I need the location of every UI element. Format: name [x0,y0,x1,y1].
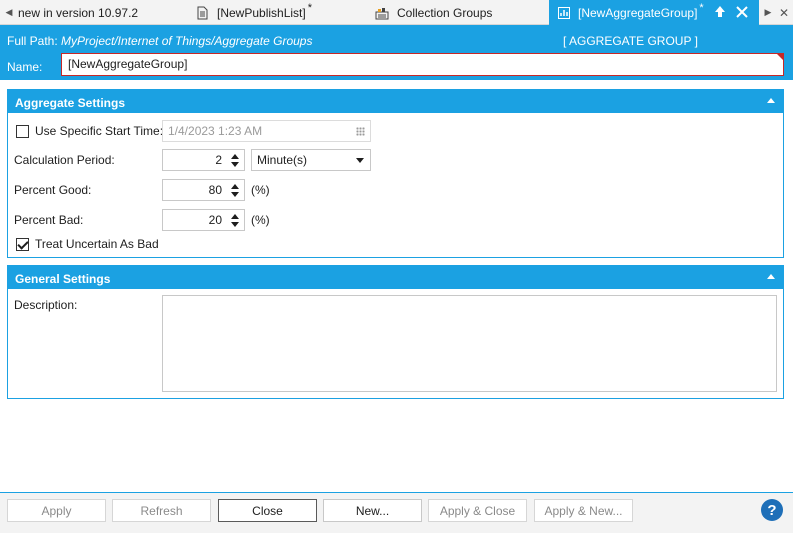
close-button[interactable]: Close [218,499,317,522]
aggregate-group-editor: ◀ new in version 10.97.2 [NewPublishList… [0,0,793,533]
percent-bad-stepper[interactable]: 20 [162,209,245,231]
name-label: Name: [7,60,43,74]
treat-uncertain-checkbox[interactable] [16,237,29,251]
tab-scroll-right-icon[interactable]: ▶ [761,0,775,25]
percent-bad-value: 20 [208,213,222,227]
pin-icon[interactable] [713,5,727,19]
collapse-icon[interactable] [767,274,775,279]
percent-bad-unit: (%) [251,213,270,227]
tab-scroll-left-icon[interactable]: ◀ [2,0,16,25]
full-path-label: Full Path: [7,34,58,48]
chevron-down-icon [356,157,364,163]
percent-bad-label: Percent Bad: [14,213,84,227]
calc-period-label: Calculation Period: [14,153,115,167]
calc-period-unit-select[interactable]: Minute(s) [251,149,371,171]
full-path-value: MyProject/Internet of Things/Aggregate G… [61,34,313,48]
modified-marker: * [307,1,312,14]
percent-good-label: Percent Good: [14,183,92,197]
close-tab-icon[interactable] [735,5,749,19]
general-settings-header[interactable]: General Settings [8,266,783,289]
use-start-time-checkbox[interactable] [16,124,29,138]
panel-title: Aggregate Settings [15,96,126,110]
calc-period-stepper[interactable]: 2 [162,149,245,171]
use-start-time-row: Use Specific Start Time: [16,124,163,138]
spinner-arrows-icon[interactable] [228,180,242,200]
description-textarea[interactable] [162,295,777,392]
apply-button[interactable]: Apply [7,499,106,522]
calc-period-unit-value: Minute(s) [257,153,308,167]
new-button[interactable]: New... [323,499,422,522]
collapse-icon[interactable] [767,98,775,103]
help-icon[interactable]: ? [761,499,783,521]
apply-close-button[interactable]: Apply & Close [428,499,527,522]
spinner-arrows-icon[interactable] [228,210,242,230]
spinner-arrows-icon[interactable] [228,150,242,170]
modified-marker: * [699,1,704,14]
tab-collection-groups[interactable]: Collection Groups [375,0,545,25]
description-label: Description: [14,298,78,312]
use-start-time-label: Use Specific Start Time: [35,124,164,138]
footer-toolbar: Apply Refresh Close New... Apply & Close… [0,493,793,533]
validation-error-marker [777,54,783,60]
general-settings-panel: General Settings Description: [7,265,784,399]
aggregate-group-icon [557,6,571,20]
close-icon[interactable]: ✕ [777,0,791,25]
percent-good-value: 80 [208,183,222,197]
percent-good-unit: (%) [251,183,270,197]
aggregate-settings-panel: Aggregate Settings Use Specific Start Ti… [7,89,784,258]
treat-uncertain-row: Treat Uncertain As Bad [16,237,159,251]
tab-new-publish-list[interactable]: [NewPublishList] * [195,0,365,25]
apply-new-button[interactable]: Apply & New... [534,499,633,522]
tab-new-aggregate-group[interactable]: [NewAggregateGroup] * [549,0,759,25]
calc-period-value: 2 [215,153,222,167]
name-input[interactable]: [NewAggregateGroup] [61,53,784,76]
refresh-button[interactable]: Refresh [112,499,211,522]
tab-label: [NewPublishList] [217,5,306,20]
aggregate-settings-header[interactable]: Aggregate Settings [8,90,783,113]
collection-groups-icon [375,6,389,20]
item-type-label: [ AGGREGATE GROUP ] [563,34,698,48]
calendar-grid-icon [356,126,365,136]
treat-uncertain-label: Treat Uncertain As Bad [35,237,159,251]
editor-header: Full Path: MyProject/Internet of Things/… [0,25,793,80]
tab-label: new in version 10.97.2 [18,5,139,20]
name-value: [NewAggregateGroup] [68,57,188,71]
tab-label: [NewAggregateGroup] [578,5,698,20]
percent-good-stepper[interactable]: 80 [162,179,245,201]
document-icon [195,6,209,20]
tab-label: Collection Groups [397,5,493,20]
panel-title: General Settings [15,272,111,286]
start-time-picker: 1/4/2023 1:23 AM [162,120,371,142]
tab-bar: ◀ new in version 10.97.2 [NewPublishList… [0,0,793,25]
start-time-value: 1/4/2023 1:23 AM [168,124,263,138]
tab-new-in-version[interactable]: new in version 10.97.2 [18,0,188,25]
